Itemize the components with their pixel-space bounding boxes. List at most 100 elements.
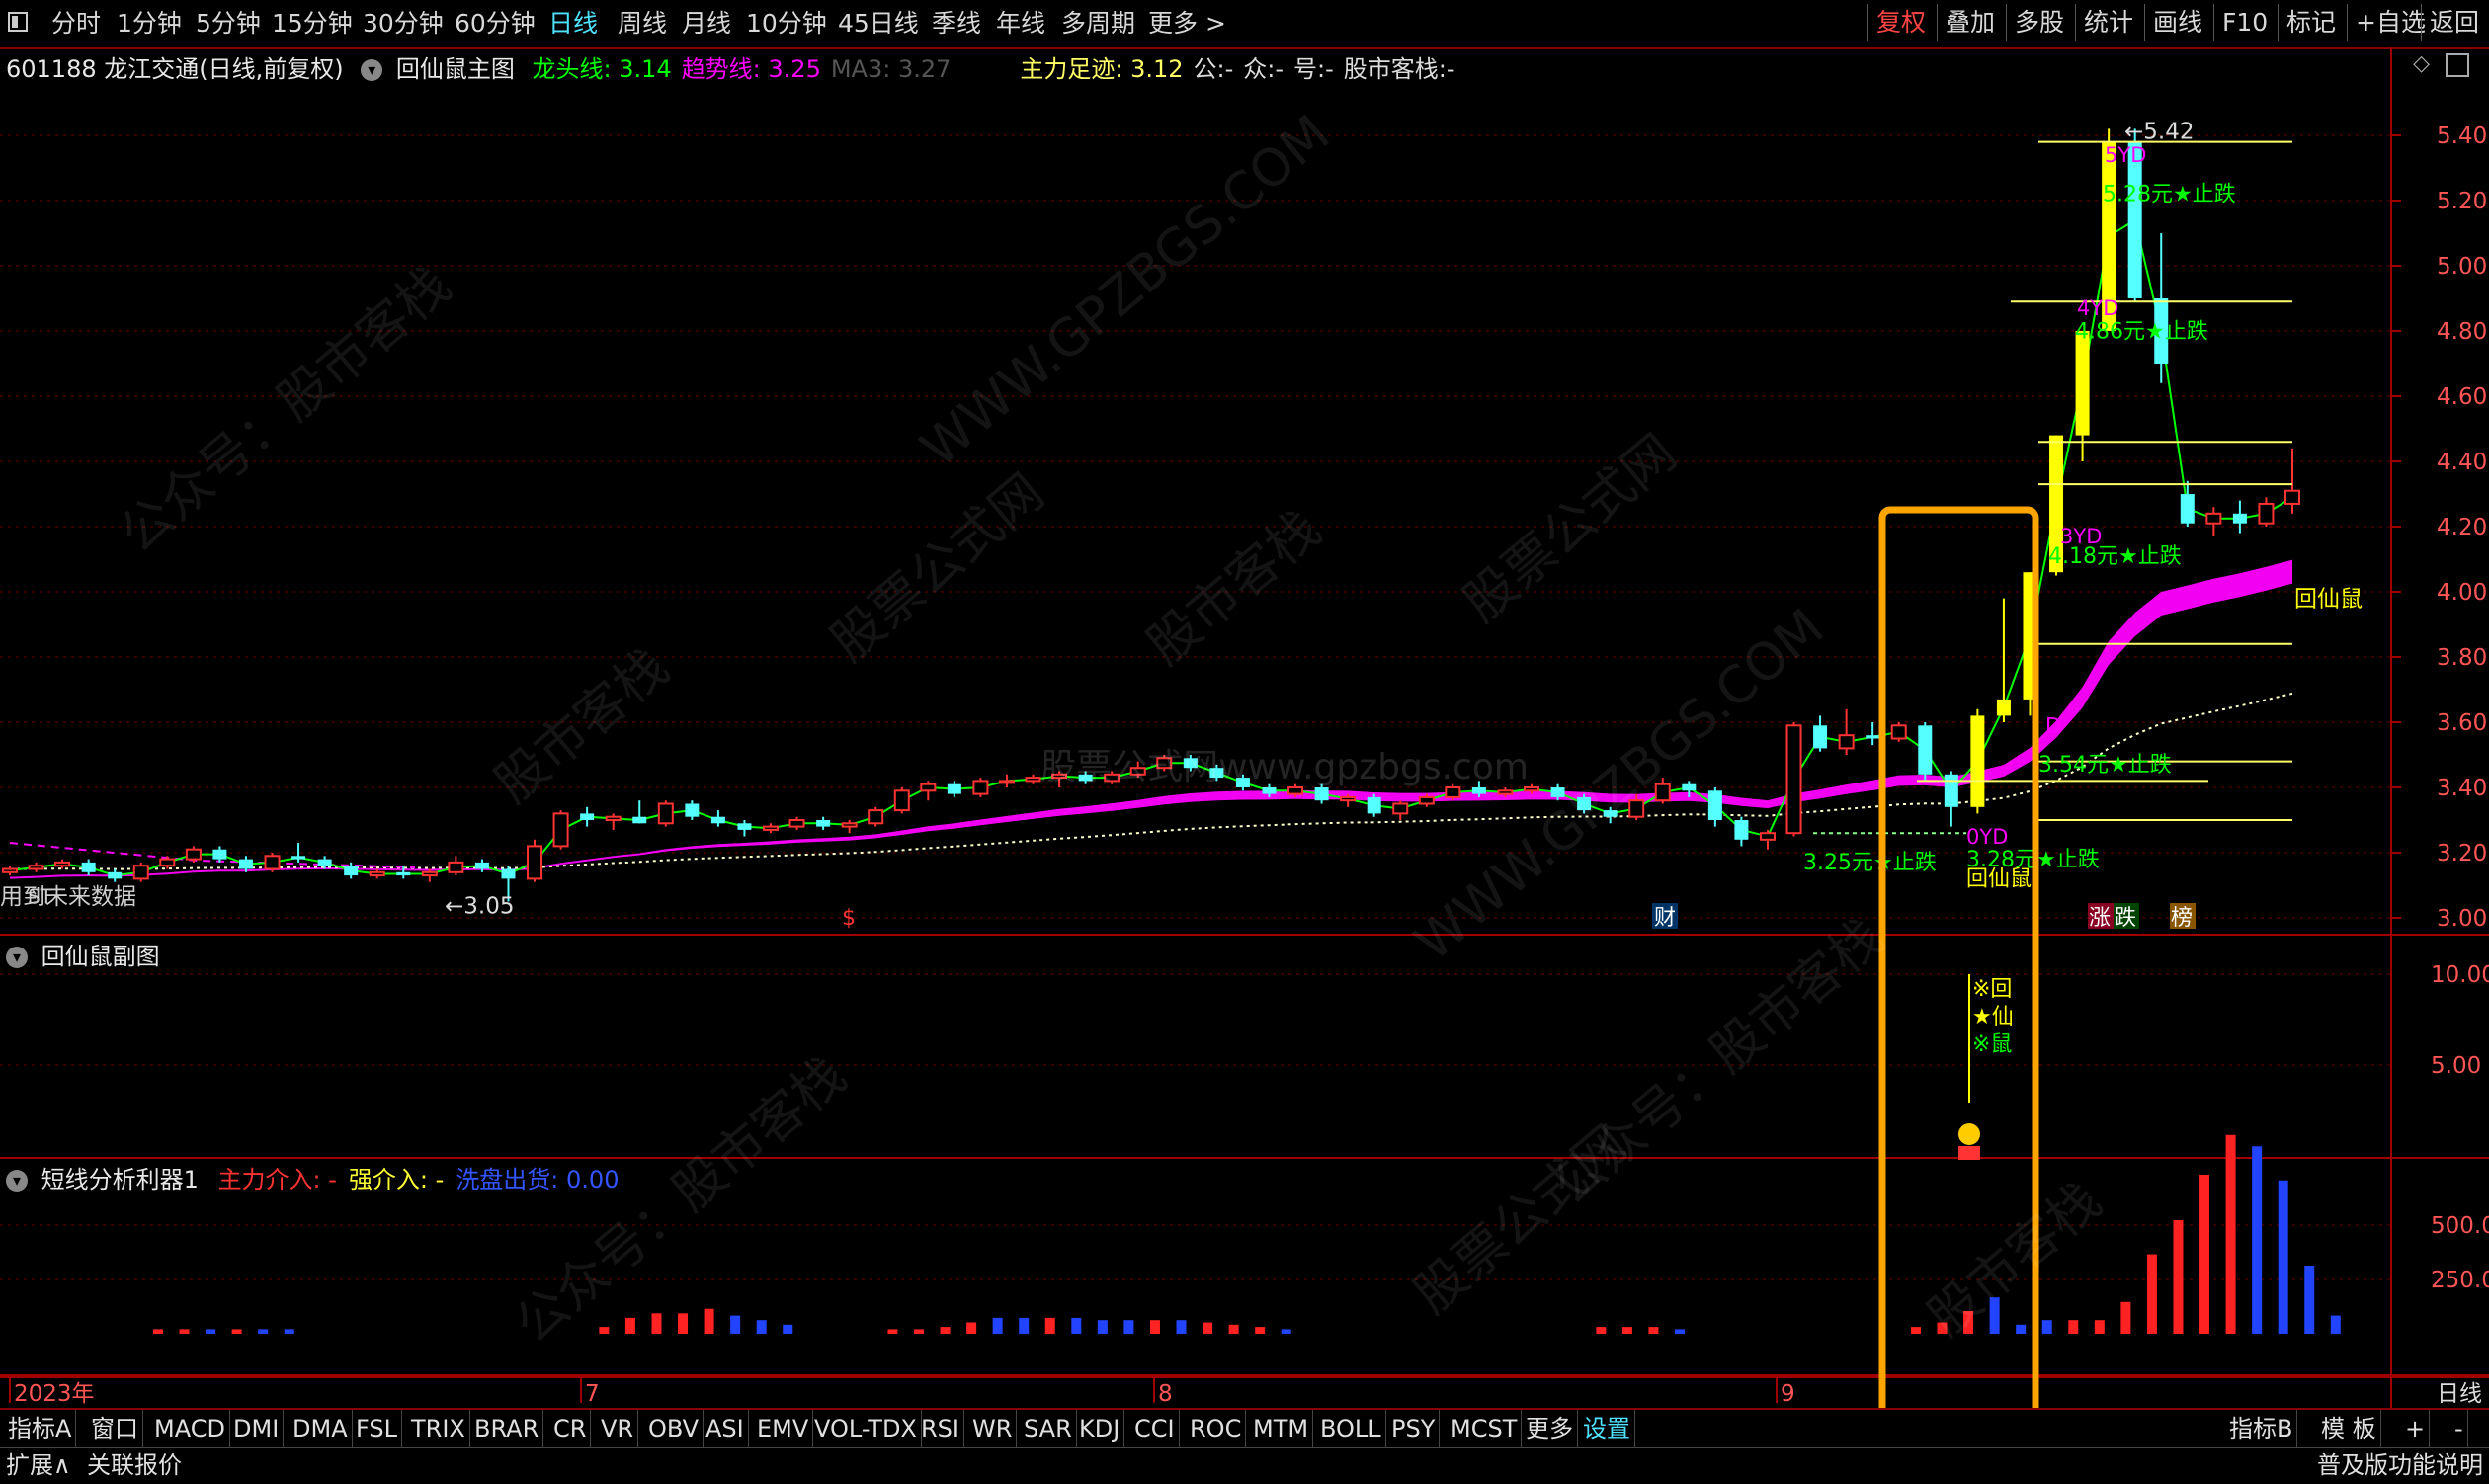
volume-bar [1097,1320,1108,1334]
volume-bar [2278,1180,2288,1334]
indicator-tab-3[interactable]: DMI [229,1410,285,1447]
main-legend-item: 龙头线: 3.14 [532,55,672,83]
toolbar-button-1[interactable]: 叠加 [1937,4,2003,41]
volume-bar [966,1322,977,1334]
indicator-dropdown-icon[interactable]: ▾ [361,59,383,81]
kline-chart-svg[interactable]: 5.40 5.20 5.00 4.80 4.60 4.40 4.20 4.00 3.80 3.60… [0,47,2489,1468]
indicator-tab-8[interactable]: CR [549,1410,592,1447]
candle-body [685,803,700,817]
indicator-tab-25[interactable]: 设置 [1579,1410,1635,1447]
toolbar-button-6[interactable]: 标记 [2278,4,2344,41]
indicator-right-2[interactable]: + [2401,1410,2431,1447]
watermark: WWW.GPZBGS.COM [910,104,1341,478]
period-tab-8[interactable]: 月线 [682,6,731,41]
stock-title[interactable]: 601188 龙江交通(日线,前复权) [6,55,344,83]
period-tab-10[interactable]: 45日线 [838,6,919,41]
indicator-tab-16[interactable]: SAR [1020,1410,1077,1447]
candle-body [1866,735,1880,739]
period-tab-3[interactable]: 15分钟 [272,6,353,41]
sub2-dropdown-icon[interactable]: ▾ [6,1170,28,1192]
expand-button[interactable]: 扩展∧ [6,1448,71,1482]
candle-body [2075,331,2090,436]
indicator-tab-14[interactable]: RSI [917,1410,964,1447]
window-menu-icon[interactable] [8,12,28,32]
indicator-tab-23[interactable]: MCST [1447,1410,1523,1447]
period-tab-4[interactable]: 30分钟 [363,6,444,41]
candle-body [2232,513,2247,524]
indicator-tab-2[interactable]: MACD [150,1410,230,1447]
indicator-name[interactable]: 回仙鼠主图 [396,55,515,83]
indicator-tab-15[interactable]: WR [968,1410,1018,1447]
indicator-tab-19[interactable]: ROC [1186,1410,1247,1447]
candle-body [28,865,44,870]
indicator-tab-4[interactable]: DMA [289,1410,353,1447]
related-quote-button[interactable]: 关联报价 [87,1448,182,1482]
volume-bar [651,1313,662,1334]
indicator-tab-17[interactable]: KDJ [1075,1410,1125,1447]
period-tab-14[interactable]: 更多 > [1148,6,1226,41]
main-legend-item: 众:- [1243,55,1285,83]
indicator-tab-22[interactable]: PSY [1387,1410,1441,1447]
top-toolbar: 分时 1分钟 5分钟 15分钟 30分钟 60分钟 日线 周线 月线 10分钟 45日线 季线 年线 多周… [0,0,2489,49]
volume-bar [1019,1317,1030,1334]
indicator-tab-13[interactable]: VOL-TDX [810,1410,922,1447]
indicator-tab-10[interactable]: OBV [644,1410,705,1447]
toolbar-button-4[interactable]: 画线 [2144,4,2210,41]
indicator-right-0[interactable]: 指标B [2225,1410,2298,1447]
toolbar-button-5[interactable]: F10 [2213,4,2276,41]
period-tab-9[interactable]: 10分钟 [746,6,827,41]
sub2-title[interactable]: 短线分析利器1 [41,1166,199,1194]
indicator-tab-18[interactable]: CCI [1130,1410,1180,1447]
candle-body [1497,789,1514,795]
indicator-tab-1[interactable]: 窗口 [87,1410,143,1447]
diamond-icon[interactable]: ◇ [2413,51,2430,76]
indicator-tab-12[interactable]: EMV [753,1410,814,1447]
period-tab-12[interactable]: 年线 [996,6,1045,41]
candle-body [238,859,253,869]
edition-info-link[interactable]: 普及版功能说明 [2317,1448,2483,1482]
stop3-label: 4.18元★止跌 [2048,544,2182,569]
indicator-tab-21[interactable]: BOLL [1316,1410,1386,1447]
candle-body [291,856,306,860]
volume-bar [1149,1320,1160,1334]
candle-body [421,870,438,877]
candle-body [972,780,989,795]
period-tab-2[interactable]: 5分钟 [196,6,261,41]
period-tab-13[interactable]: 多周期 [1061,6,1135,41]
candle-body [369,870,385,877]
indicator-tab-0[interactable]: 指标A [4,1410,77,1447]
indicator-tab-5[interactable]: FSL [352,1410,402,1447]
main-panel-header: 601188 龙江交通(日线,前复权) ▾ 回仙鼠主图 龙头线: 3.14 趋势线… [6,49,1455,84]
status-bar: 扩展∧ 关联报价 普及版功能说明 [0,1447,2489,1484]
toolbar-button-2[interactable]: 多股 [2006,4,2072,41]
panel-toggle-icon[interactable] [2446,53,2469,77]
hxs1-label: 回仙鼠 [1966,867,2032,892]
indicator-tab-24[interactable]: 更多 [1522,1410,1578,1447]
volume-bar [1044,1317,1055,1334]
indicator-right-3[interactable]: - [2450,1410,2468,1447]
toolbar-button-3[interactable]: 统计 [2075,4,2141,41]
candle-body [1734,820,1749,840]
period-tab-11[interactable]: 季线 [932,6,981,41]
period-tab-7[interactable]: 周线 [618,6,667,41]
period-tab-1[interactable]: 1分钟 [117,6,182,41]
volume-bar [2225,1134,2236,1334]
period-tab-0[interactable]: 分时 [51,6,101,41]
indicator-right-1[interactable]: 模 板 [2317,1410,2381,1447]
indicator-tab-9[interactable]: VR [597,1410,639,1447]
toolbar-button-8[interactable]: 返回 [2421,4,2487,41]
indicator-tab-6[interactable]: TRIX [407,1410,470,1447]
indicator-tab-11[interactable]: ASI [702,1410,749,1447]
hxs2-label: 回仙鼠 [2294,587,2363,613]
candle-body [185,848,202,861]
sub1-title[interactable]: 回仙鼠副图 [41,943,160,970]
period-tab-6[interactable]: 日线 [548,6,598,41]
indicator-tab-20[interactable]: MTM [1249,1410,1314,1447]
period-tab-5[interactable]: 60分钟 [455,6,536,41]
indicator-tab-7[interactable]: BRAR [470,1410,544,1447]
volume-bar [599,1327,610,1334]
watermark: 股市客栈 [484,637,680,815]
sub1-dropdown-icon[interactable]: ▾ [6,947,28,968]
watermark: 股票公式网 [1452,423,1688,633]
toolbar-button-0[interactable]: 复权 [1867,4,1934,41]
